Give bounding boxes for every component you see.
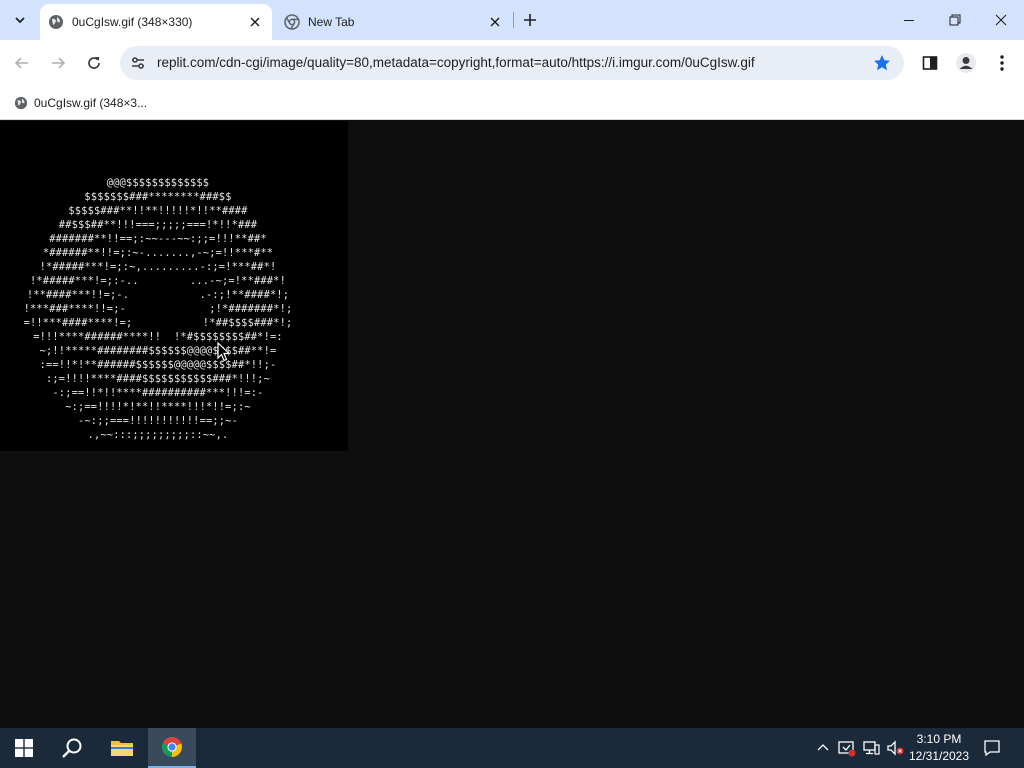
- minimize-icon: [904, 20, 914, 21]
- ascii-line: $$$$$###**!!**!!!!!*!!**####: [68, 205, 248, 217]
- ascii-line: ##$$$##**!!!===;;;;;===!*!!*###: [58, 219, 258, 231]
- close-icon: [995, 14, 1007, 26]
- forward-button[interactable]: [44, 49, 72, 77]
- clock-time: 3:10 PM: [916, 732, 962, 746]
- ascii-line: @@@$$$$$$$$$$$$$: [106, 177, 210, 189]
- globe-icon: [49, 15, 63, 29]
- close-icon[interactable]: [246, 13, 264, 31]
- ascii-line: :;=!!!!****####$$$$$$$$$$$###*!!!;~: [46, 373, 270, 385]
- ascii-line: .,~~:::;;;;;;;;;::~~,.: [87, 429, 229, 441]
- bookmark-item[interactable]: 0uCgIsw.gif (348×3...: [8, 91, 153, 115]
- search-icon: [62, 738, 82, 758]
- chrome-icon: [284, 14, 300, 30]
- ascii-line: !*#####***!=;:~,.........-:;=!***##*!: [39, 261, 277, 273]
- ascii-line: =!!***####****!=; !*##$$$$###*!;: [23, 317, 293, 329]
- tab-gif[interactable]: 0uCgIsw.gif (348×330): [40, 4, 272, 40]
- tab-search-button[interactable]: [6, 6, 34, 34]
- tab-separator: [513, 12, 514, 28]
- profile-button[interactable]: [953, 50, 979, 76]
- side-panel-button[interactable]: [917, 50, 943, 76]
- globe-icon: [14, 96, 28, 110]
- menu-button[interactable]: [989, 50, 1015, 76]
- chrome-icon: [161, 737, 182, 758]
- tab-new-tab[interactable]: New Tab: [276, 4, 512, 40]
- address-bar[interactable]: replit.com/cdn-cgi/image/quality=80,meta…: [120, 46, 904, 80]
- ascii-line: ~:;==!!!!*!**!!****!!!*!!=;:~: [65, 401, 251, 413]
- folder-icon: [111, 741, 133, 756]
- taskbar-clock[interactable]: 3:10 PM 12/31/2023: [904, 731, 974, 765]
- new-tab-button[interactable]: [518, 8, 542, 32]
- browser-toolbar: replit.com/cdn-cgi/image/quality=80,meta…: [0, 40, 1024, 86]
- windows-logo-icon: [15, 739, 33, 757]
- tab-strip: 0uCgIsw.gif (348×330) New Tab: [0, 0, 1024, 40]
- site-info-button[interactable]: [126, 51, 150, 75]
- ascii-line: =!!!****######****!! !*#$$$$$$$$##*!=:: [33, 331, 283, 343]
- bookmark-label: 0uCgIsw.gif (348×3...: [34, 96, 148, 110]
- shield-warning-icon: [838, 741, 856, 757]
- minimize-button[interactable]: [886, 0, 932, 40]
- more-vert-icon: [1000, 55, 1004, 71]
- windows-taskbar: 3:10 PM 12/31/2023: [0, 728, 1024, 768]
- clock-date: 12/31/2023: [908, 749, 970, 763]
- notification-icon: [984, 740, 1000, 757]
- chevron-up-icon: [817, 744, 829, 751]
- tab-title: New Tab: [308, 15, 355, 29]
- window-close-button[interactable]: [978, 0, 1024, 40]
- notifications-button[interactable]: [982, 738, 1002, 758]
- ascii-art: @@@$$$$$$$$$$$$$ $$$$$$$###********###$$ $…: [8, 176, 308, 442]
- tab-title: 0uCgIsw.gif (348×330): [72, 15, 193, 29]
- ascii-line: *######**!!=;:~-.......,-~;=!!***#**: [42, 247, 274, 259]
- gif-image: @@@$$$$$$$$$$$$$ $$$$$$$###********###$$ $…: [0, 121, 348, 451]
- chrome-taskbar-button[interactable]: [148, 728, 196, 768]
- ascii-line: -:;==!!*!!****##########***!!!=:-: [52, 387, 264, 399]
- network-icon: [863, 741, 880, 755]
- ascii-line: $$$$$$$###********###$$: [84, 191, 232, 203]
- chevron-down-icon: [15, 17, 25, 24]
- arrow-right-icon: [52, 57, 66, 69]
- reload-icon: [88, 57, 100, 69]
- security-tray-button[interactable]: [837, 738, 857, 758]
- ascii-line: ~;!!*****########$$$$$$@@@@$$$$##**!=: [39, 345, 277, 357]
- bookmark-star-icon[interactable]: [872, 53, 892, 73]
- avatar-icon: [956, 53, 976, 73]
- side-panel-icon: [922, 56, 938, 70]
- ascii-line: !*#####***!=;:-.. ...-~;=!**###*!: [30, 275, 286, 287]
- page-content: @@@$$$$$$$$$$$$$ $$$$$$$###********###$$ $…: [0, 121, 1024, 728]
- plus-icon: [524, 14, 536, 26]
- ascii-line: #######**!!==;:~~---~~:;;=!!!**##*: [49, 233, 267, 245]
- show-hidden-icons-button[interactable]: [813, 738, 833, 758]
- close-icon[interactable]: [486, 13, 504, 31]
- ascii-line: -~:;;===!!!!!!!!!!!==;;~-: [78, 415, 238, 427]
- reload-button[interactable]: [80, 49, 108, 77]
- arrow-left-icon: [14, 57, 28, 69]
- ascii-line: !***###****!!=;- ;!*#######*!;: [23, 303, 293, 315]
- mouse-cursor-icon: [217, 342, 231, 362]
- ascii-line: !**####***!!=;-. .-:;!**####*!;: [26, 289, 290, 301]
- search-button[interactable]: [48, 728, 96, 768]
- network-tray-button[interactable]: [861, 738, 881, 758]
- restore-button[interactable]: [932, 0, 978, 40]
- file-explorer-button[interactable]: [98, 728, 146, 768]
- ascii-line: :==!!*!**######$$$$$$@@@@@$$$$##*!!;-: [39, 359, 277, 371]
- back-button[interactable]: [8, 49, 36, 77]
- url-text[interactable]: replit.com/cdn-cgi/image/quality=80,meta…: [157, 55, 755, 70]
- start-button[interactable]: [0, 728, 48, 768]
- tune-icon: [132, 57, 144, 69]
- restore-icon: [949, 14, 961, 26]
- volume-tray-button[interactable]: [885, 738, 905, 758]
- bookmarks-bar: 0uCgIsw.gif (348×3...: [0, 86, 1024, 120]
- volume-muted-icon: [887, 740, 904, 756]
